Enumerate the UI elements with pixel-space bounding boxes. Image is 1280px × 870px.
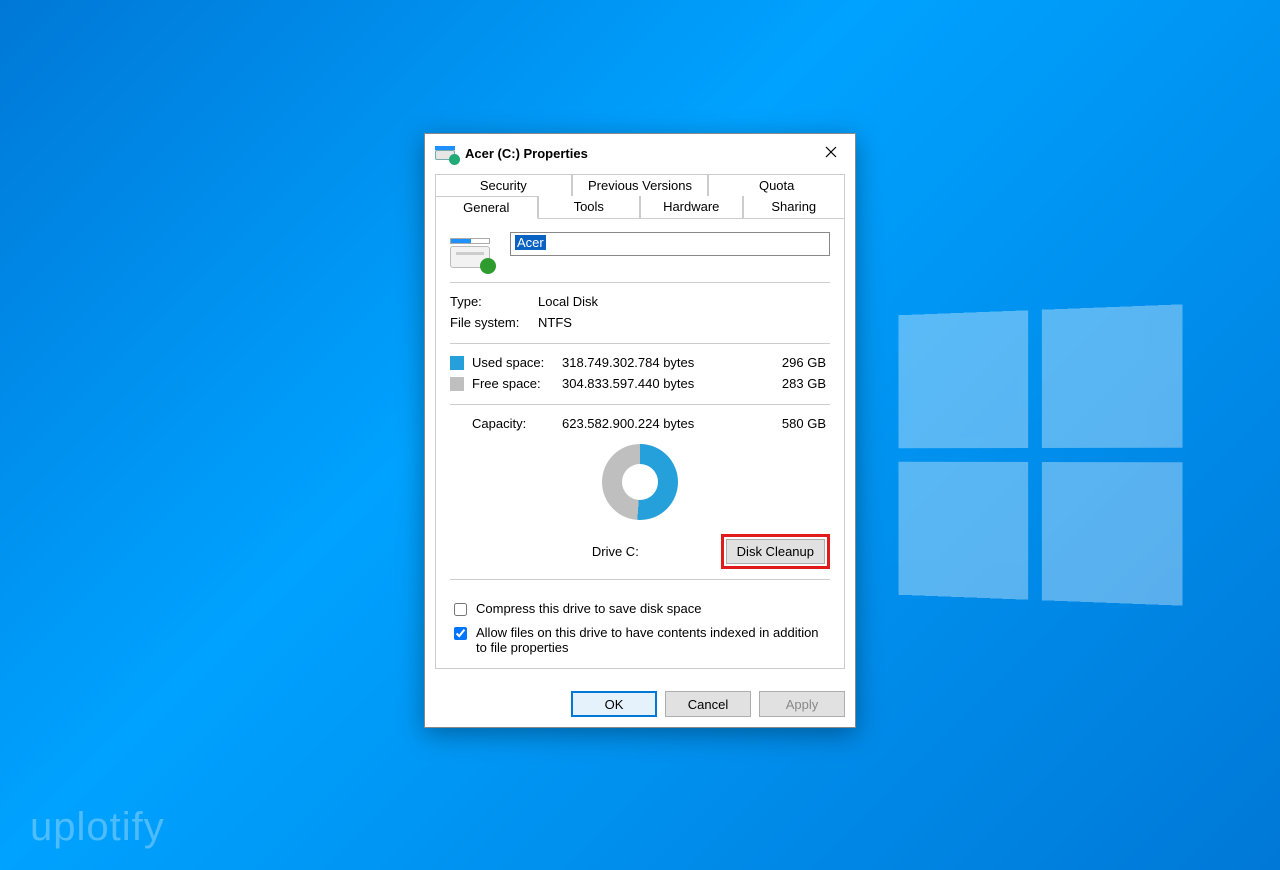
tab-strip: Security Previous Versions Quota General… xyxy=(435,174,845,669)
free-space-swatch xyxy=(450,377,464,391)
type-value: Local Disk xyxy=(538,294,598,309)
disk-cleanup-button[interactable]: Disk Cleanup xyxy=(726,539,825,564)
drive-icon xyxy=(450,232,494,272)
separator xyxy=(450,579,830,580)
tab-security[interactable]: Security xyxy=(435,174,572,196)
separator xyxy=(450,343,830,344)
tab-quota[interactable]: Quota xyxy=(708,174,845,196)
compress-checkbox-row[interactable]: Compress this drive to save disk space xyxy=(450,598,830,622)
drive-name-value: Acer xyxy=(515,235,546,250)
tab-hardware[interactable]: Hardware xyxy=(640,196,743,219)
used-space-human: 296 GB xyxy=(732,355,830,370)
type-label: Type: xyxy=(450,294,538,309)
index-label: Allow files on this drive to have conten… xyxy=(476,625,830,655)
properties-dialog: Acer (C:) Properties Security Previous V… xyxy=(424,133,856,728)
drive-name-input[interactable]: Acer xyxy=(510,232,830,256)
filesystem-label: File system: xyxy=(450,315,538,330)
drive-properties-icon xyxy=(435,142,457,164)
free-space-human: 283 GB xyxy=(732,376,830,391)
titlebar[interactable]: Acer (C:) Properties xyxy=(425,134,855,174)
cancel-button[interactable]: Cancel xyxy=(665,691,751,717)
windows-logo xyxy=(898,304,1182,605)
separator xyxy=(450,282,830,283)
capacity-label: Capacity: xyxy=(472,416,562,431)
apply-button[interactable]: Apply xyxy=(759,691,845,717)
filesystem-value: NTFS xyxy=(538,315,572,330)
dialog-button-row: OK Cancel Apply xyxy=(425,679,855,727)
capacity-human: 580 GB xyxy=(732,416,830,431)
watermark: uplotify xyxy=(30,805,165,850)
capacity-bytes: 623.582.900.224 bytes xyxy=(562,416,732,431)
index-checkbox[interactable] xyxy=(454,627,467,640)
window-title: Acer (C:) Properties xyxy=(465,146,811,161)
ok-button[interactable]: OK xyxy=(571,691,657,717)
used-space-bytes: 318.749.302.784 bytes xyxy=(562,355,732,370)
capacity-pie-chart xyxy=(602,444,678,520)
tab-general[interactable]: General xyxy=(435,196,538,219)
annotation-highlight: Disk Cleanup xyxy=(721,534,830,569)
index-checkbox-row[interactable]: Allow files on this drive to have conten… xyxy=(450,622,830,658)
used-space-label: Used space: xyxy=(472,355,562,370)
free-space-label: Free space: xyxy=(472,376,562,391)
free-space-bytes: 304.833.597.440 bytes xyxy=(562,376,732,391)
compress-label: Compress this drive to save disk space xyxy=(476,601,701,616)
compress-checkbox[interactable] xyxy=(454,603,467,616)
close-button[interactable] xyxy=(811,138,851,166)
tab-sharing[interactable]: Sharing xyxy=(743,196,846,219)
used-space-swatch xyxy=(450,356,464,370)
tab-tools[interactable]: Tools xyxy=(538,196,641,219)
close-icon xyxy=(825,146,837,158)
drive-label: Drive C: xyxy=(450,544,721,559)
separator xyxy=(450,404,830,405)
tab-previous-versions[interactable]: Previous Versions xyxy=(572,174,709,196)
tab-panel-general: Acer Type: Local Disk File system: NTFS … xyxy=(435,218,845,669)
